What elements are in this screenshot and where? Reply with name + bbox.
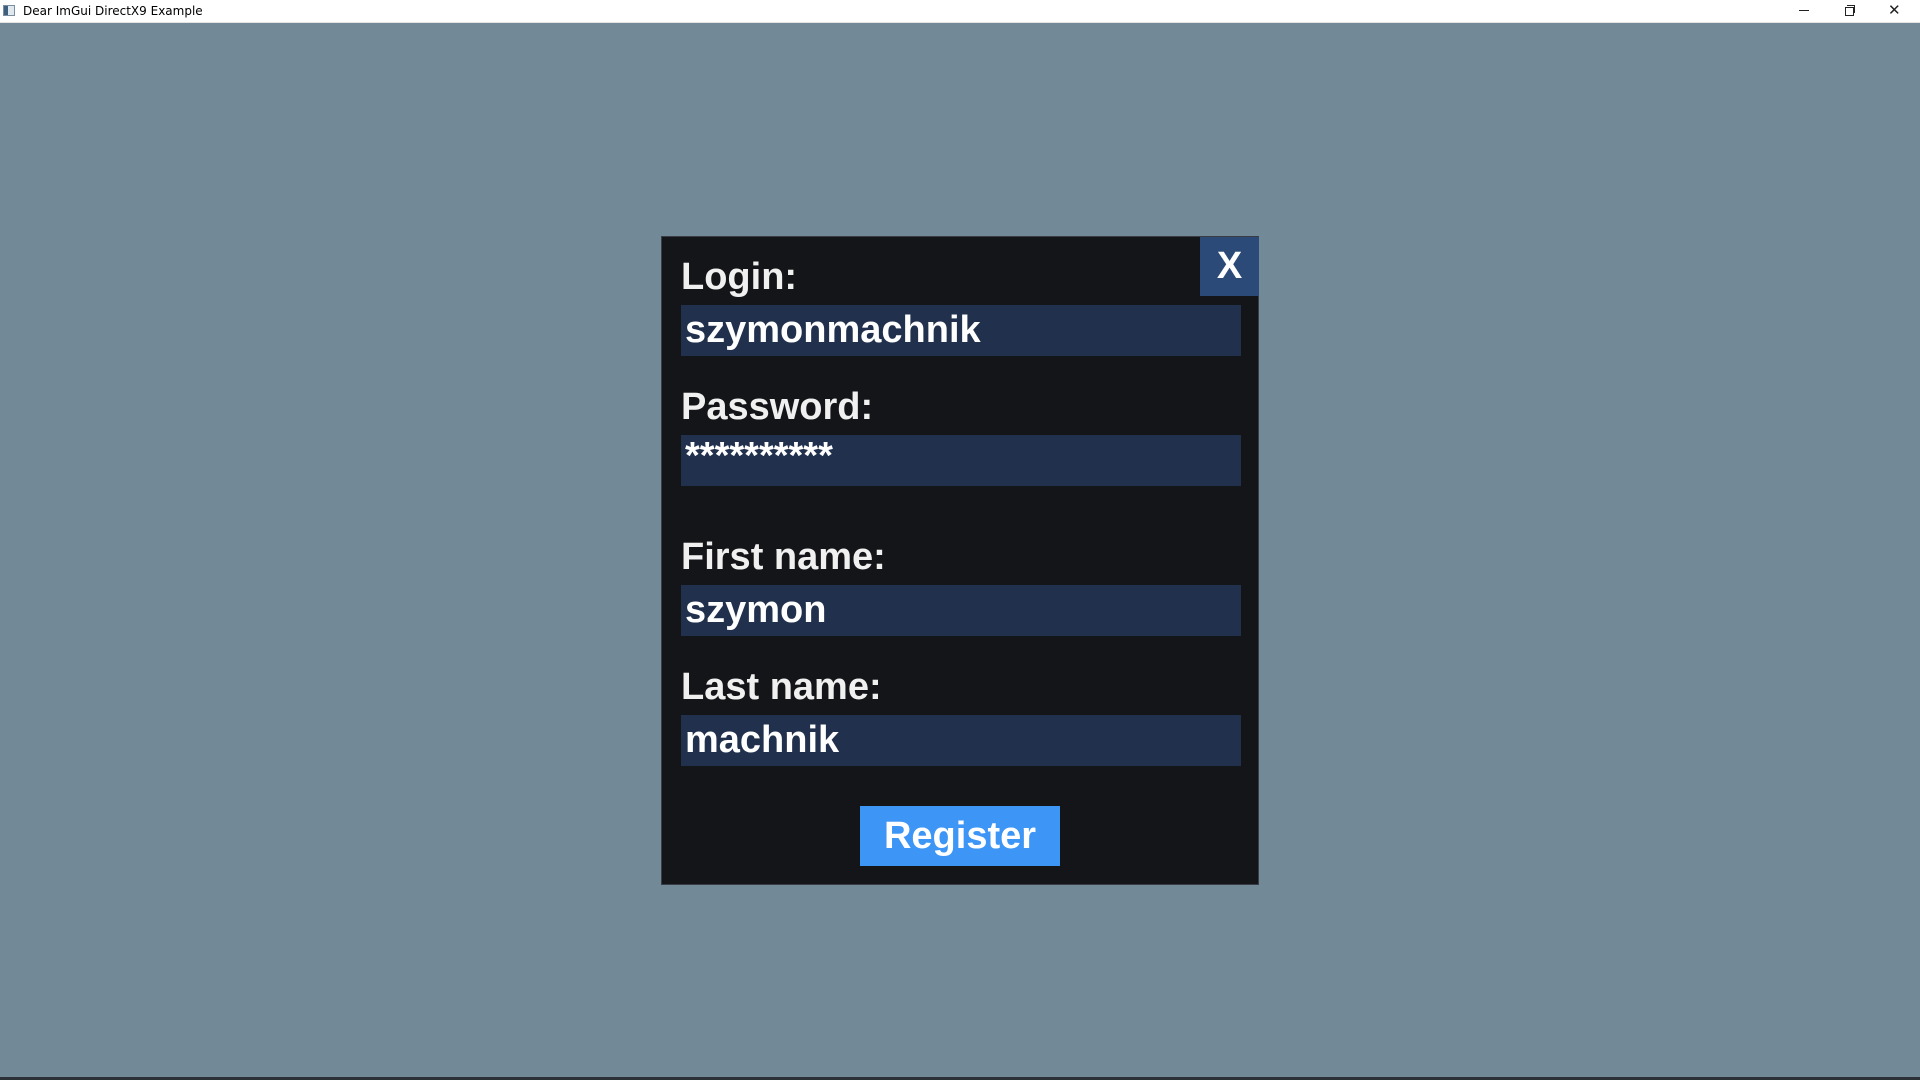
close-icon: ✕ xyxy=(1888,1,1901,19)
login-value: szymonmachnik xyxy=(685,309,981,351)
last-name-field[interactable]: machnik xyxy=(681,715,1241,766)
minimize-icon xyxy=(1799,10,1809,11)
window-close-button[interactable]: ✕ xyxy=(1872,0,1918,22)
first-name-label: First name: xyxy=(681,536,886,578)
first-name-field[interactable]: szymon xyxy=(681,585,1241,636)
app-icon xyxy=(3,5,15,16)
password-label: Password: xyxy=(681,386,874,428)
minimize-button[interactable] xyxy=(1780,0,1826,22)
first-name-value: szymon xyxy=(685,589,827,631)
maximize-button[interactable] xyxy=(1826,0,1872,22)
login-field[interactable]: szymonmachnik xyxy=(681,305,1241,356)
last-name-label: Last name: xyxy=(681,666,882,708)
restore-icon-front xyxy=(1845,7,1854,16)
login-label: Login: xyxy=(681,256,798,298)
app-canvas: X Login: szymonmachnik Password: *******… xyxy=(0,23,1920,1080)
window-titlebar[interactable]: Dear ImGui DirectX9 Example ✕ xyxy=(0,0,1920,23)
dialog-close-button[interactable]: X xyxy=(1200,237,1259,296)
register-dialog: X Login: szymonmachnik Password: *******… xyxy=(661,236,1259,885)
password-field[interactable]: ********** xyxy=(681,435,1241,486)
last-name-value: machnik xyxy=(685,719,840,761)
window-title: Dear ImGui DirectX9 Example xyxy=(23,4,203,18)
register-button[interactable]: Register xyxy=(860,806,1060,866)
password-value: ********** xyxy=(685,435,833,477)
